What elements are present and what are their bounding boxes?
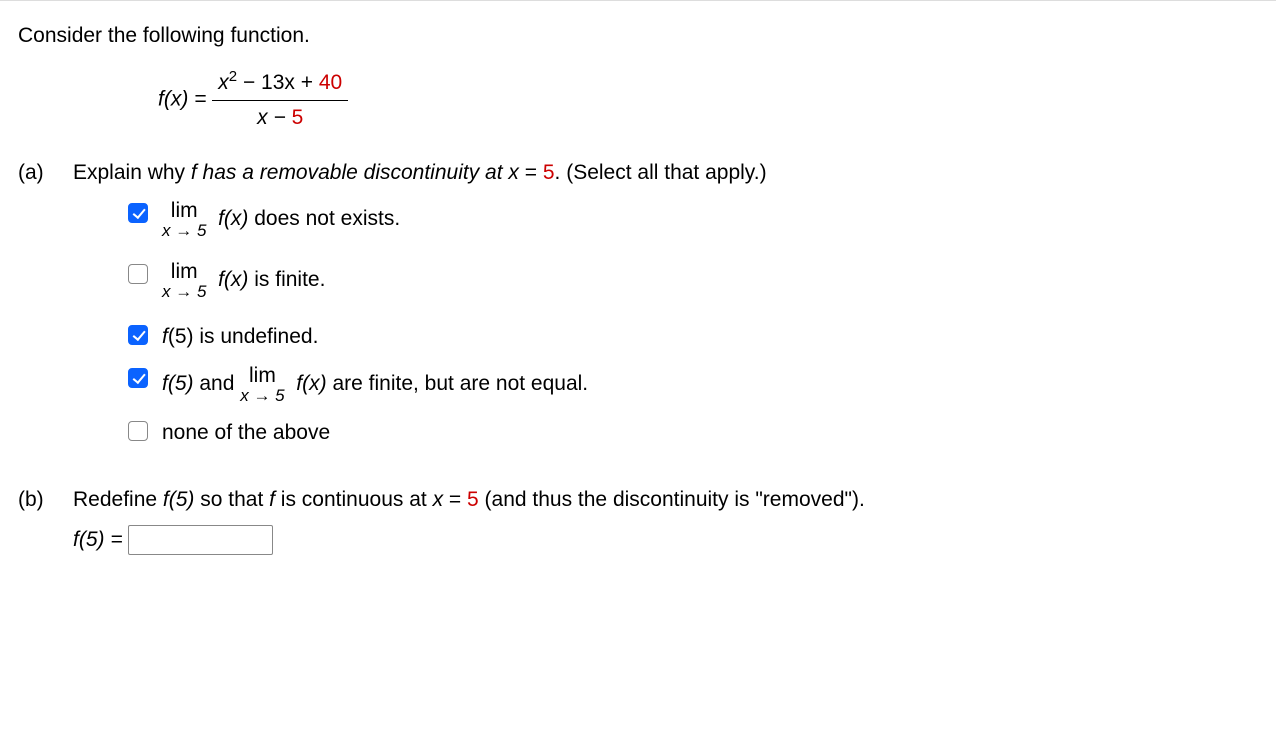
answer-input[interactable] (128, 525, 273, 555)
pa-before: Explain why (73, 161, 191, 184)
checkbox-4[interactable] (128, 421, 148, 441)
option-row-4: none of the above (128, 418, 1258, 447)
func-lhs: f(x) = (158, 88, 212, 111)
option-text-2: f(5) is undefined. (162, 322, 318, 351)
pb-val: 5 (467, 488, 479, 511)
options-list: limx → 5 f(x) does not exists. limx → 5 f… (73, 200, 1258, 448)
pb-eq: = (443, 488, 467, 511)
option-text-4: none of the above (162, 418, 330, 447)
part-a-label: (a) (18, 158, 73, 447)
checkbox-3[interactable] (128, 368, 148, 388)
fraction: x2 − 13x + 40 x − 5 (212, 68, 348, 132)
option-text-0: limx → 5 f(x) does not exists. (162, 200, 400, 239)
function-definition: f(x) = x2 − 13x + 40 x − 5 (18, 68, 1258, 132)
pa-after: . (Select all that apply.) (555, 161, 767, 184)
den-red: 5 (292, 106, 304, 129)
option-row-3: f(5) and limx → 5 f(x) are finite, but a… (128, 365, 1258, 404)
checkbox-1[interactable] (128, 264, 148, 284)
checkbox-0[interactable] (128, 203, 148, 223)
numerator: x2 − 13x + 40 (212, 68, 348, 100)
pa-val: 5 (543, 161, 555, 184)
part-a: (a) Explain why f has a removable discon… (18, 158, 1258, 447)
pb-x: x (433, 488, 444, 511)
num-red: 40 (319, 71, 342, 94)
num-exp: 2 (229, 68, 237, 85)
answer-lhs: f(5) = (73, 528, 128, 551)
pa-x: x (508, 161, 519, 184)
pb-1: Redefine (73, 488, 163, 511)
part-a-prompt: Explain why f has a removable discontinu… (73, 158, 1258, 447)
part-b: (b) Redefine f(5) so that f is continuou… (18, 485, 1258, 514)
option-text-3: f(5) and limx → 5 f(x) are finite, but a… (162, 365, 588, 404)
pb-3: is continuous at (275, 488, 433, 511)
option-text-1: limx → 5 f(x) is finite. (162, 261, 325, 300)
checkbox-2[interactable] (128, 325, 148, 345)
option-row-0: limx → 5 f(x) does not exists. (128, 200, 1258, 239)
num-x: x (218, 71, 229, 94)
pa-eq: = (519, 161, 543, 184)
pb-f5: f(5) (163, 488, 195, 511)
part-b-label: (b) (18, 485, 73, 514)
part-b-answer-line: f(5) = (18, 525, 1258, 555)
pa-fhas: f has a removable discontinuity at (191, 161, 509, 184)
num-rest: − 13x + (237, 71, 319, 94)
denominator: x − 5 (212, 101, 348, 132)
part-b-prompt: Redefine f(5) so that f is continuous at… (73, 485, 1258, 514)
intro-text: Consider the following function. (18, 21, 1258, 50)
pb-4: (and thus the discontinuity is "removed"… (479, 488, 865, 511)
option-row-2: f(5) is undefined. (128, 322, 1258, 351)
option-row-1: limx → 5 f(x) is finite. (128, 261, 1258, 300)
den-x: x − (257, 106, 291, 129)
pb-2: so that (194, 488, 269, 511)
